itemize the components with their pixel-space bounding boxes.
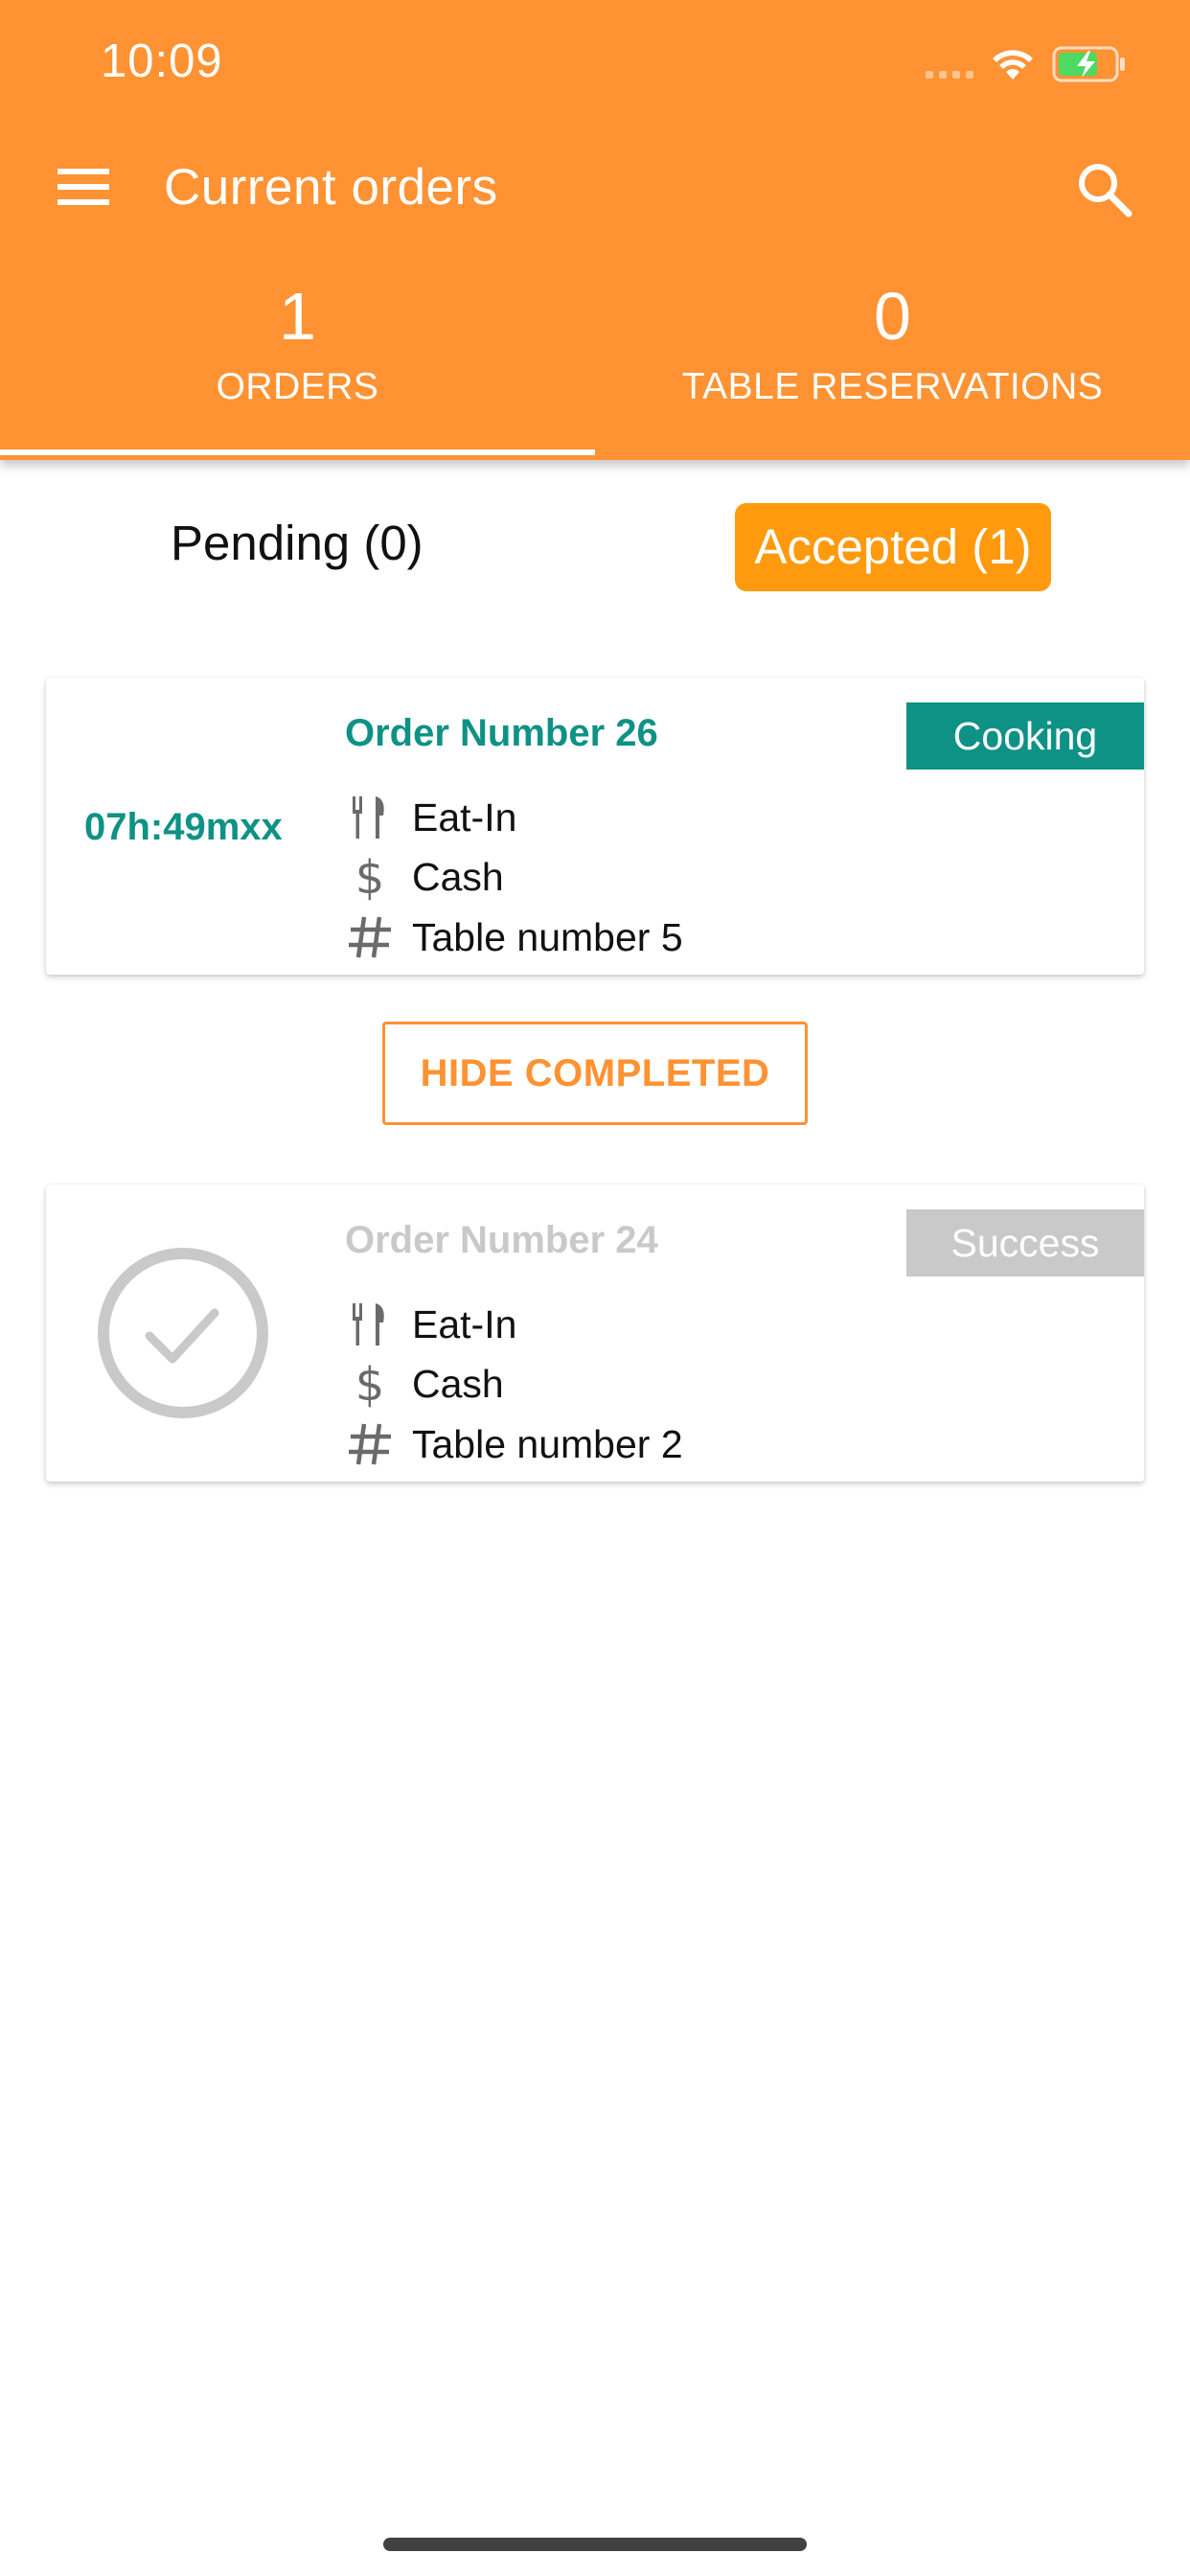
order-table-row: Table number 2 [345, 1417, 683, 1471]
hide-completed-button[interactable]: HIDE COMPLETED [382, 1022, 808, 1125]
hash-icon [345, 912, 395, 962]
active-tab-indicator [0, 449, 595, 455]
status-icons [926, 42, 1127, 86]
svg-text:$: $ [355, 1360, 385, 1408]
order-status-filter: Pending (0) Accepted (1) [0, 503, 1190, 591]
check-circle-icon [96, 1246, 270, 1420]
screen: 10:09 Current orders 1 ORDERS 0 TABLE RE… [0, 0, 1190, 2576]
filter-accepted[interactable]: Accepted (1) [735, 503, 1051, 591]
order-table: Table number 5 [412, 914, 683, 959]
tab-table-reservations[interactable]: 0 TABLE RESERVATIONS [595, 268, 1190, 460]
status-time: 10:09 [101, 35, 223, 87]
order-number: Order Number 26 [345, 712, 658, 754]
order-table-row: Table number 5 [345, 910, 683, 964]
cellular-signal-icon [926, 50, 973, 79]
status-badge: Cooking [906, 702, 1144, 770]
order-timer: 07h:49mxx [84, 806, 283, 848]
order-payment: Cash [412, 1361, 504, 1406]
tab-orders[interactable]: 1 ORDERS [0, 268, 595, 460]
tab-reservations-label: TABLE RESERVATIONS [681, 366, 1104, 407]
order-card[interactable]: Order Number 24 Success Eat-In $ Cash Ta… [46, 1184, 1144, 1482]
order-service-row: Eat-In [345, 1298, 516, 1351]
order-payment-row: $ Cash [345, 1357, 504, 1411]
hash-icon [345, 1419, 395, 1469]
order-service: Eat-In [412, 794, 517, 840]
status-badge: Success [906, 1209, 1144, 1276]
menu-icon[interactable] [56, 165, 113, 209]
order-card[interactable]: 07h:49mxx Order Number 26 Cooking Eat-In… [46, 678, 1144, 975]
fork-knife-icon [345, 1300, 395, 1349]
order-table: Table number 2 [412, 1421, 683, 1466]
fork-knife-icon [345, 793, 395, 842]
order-service-row: Eat-In [345, 791, 516, 844]
order-number: Order Number 24 [345, 1219, 658, 1261]
search-icon[interactable] [1075, 160, 1134, 219]
wifi-icon [991, 47, 1035, 81]
tab-orders-label: ORDERS [216, 366, 379, 407]
top-tabs: 1 ORDERS 0 TABLE RESERVATIONS [0, 268, 1190, 460]
dollar-icon: $ [345, 1359, 395, 1409]
battery-charging-icon [1052, 45, 1127, 83]
dollar-icon: $ [345, 852, 395, 902]
order-payment: Cash [412, 854, 504, 899]
page-title: Current orders [164, 159, 498, 216]
app-header: 10:09 Current orders 1 ORDERS 0 TABLE RE… [0, 0, 1190, 460]
order-service: Eat-In [412, 1301, 517, 1346]
filter-pending[interactable]: Pending (0) [171, 515, 423, 571]
tab-orders-count: 1 [279, 279, 316, 354]
tab-reservations-count: 0 [874, 279, 911, 354]
home-indicator[interactable] [383, 2538, 807, 2551]
order-payment-row: $ Cash [345, 850, 504, 904]
svg-text:$: $ [355, 853, 385, 901]
